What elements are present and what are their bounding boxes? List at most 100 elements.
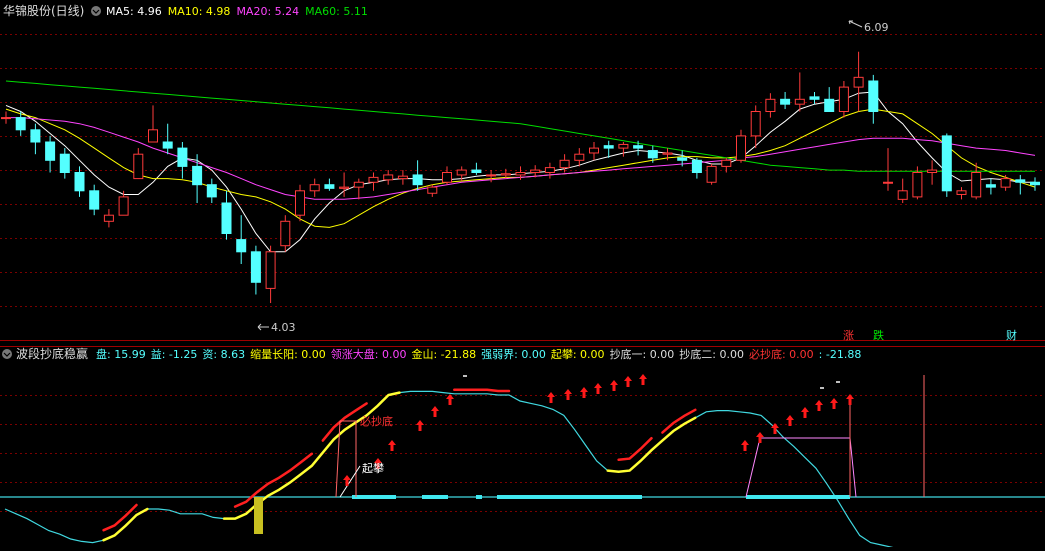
candle[interactable] bbox=[103, 209, 114, 228]
marker-zhang[interactable]: 涨 bbox=[843, 329, 854, 342]
candle[interactable] bbox=[603, 140, 614, 158]
chart-title: 华锦股份(日线) bbox=[3, 4, 84, 18]
candle[interactable] bbox=[927, 160, 938, 185]
red-arrow-icon bbox=[624, 376, 632, 387]
candle[interactable] bbox=[985, 178, 996, 195]
red-arrow-icon bbox=[564, 389, 572, 400]
qipan-pointer bbox=[339, 465, 361, 498]
yellow-segment bbox=[102, 507, 149, 542]
red-arrow-icon bbox=[388, 440, 396, 451]
candle[interactable] bbox=[471, 162, 482, 175]
candle[interactable] bbox=[280, 215, 291, 252]
yellow-segment bbox=[606, 416, 697, 474]
ma-legend-item: MA60: 5.11 bbox=[305, 5, 368, 18]
candle[interactable] bbox=[412, 160, 423, 191]
indicator-layer bbox=[0, 374, 1045, 551]
candle[interactable] bbox=[148, 105, 158, 143]
pink-bracket bbox=[745, 437, 857, 498]
candle[interactable] bbox=[133, 148, 144, 180]
red-arrow-icon bbox=[431, 406, 439, 417]
candle[interactable] bbox=[265, 245, 276, 304]
candle[interactable] bbox=[750, 105, 761, 149]
candle[interactable] bbox=[383, 170, 394, 185]
indicator-legend-item: 资: 8.63 bbox=[202, 348, 245, 361]
candle[interactable] bbox=[45, 135, 56, 173]
red-arrow-icon bbox=[416, 420, 424, 431]
candle[interactable] bbox=[618, 142, 629, 157]
candle[interactable] bbox=[706, 163, 717, 185]
ma-line-ma60 bbox=[5, 80, 1035, 172]
indicator-curve bbox=[4, 390, 907, 551]
candle[interactable] bbox=[162, 123, 173, 155]
candle[interactable] bbox=[1000, 174, 1011, 191]
candle[interactable] bbox=[206, 178, 217, 203]
candle[interactable] bbox=[89, 184, 100, 216]
red-arrow-icon bbox=[846, 394, 854, 405]
indicator-legend-item: 金山: -21.88 bbox=[411, 347, 476, 361]
candle[interactable] bbox=[956, 187, 967, 200]
red-arrow-icon bbox=[446, 394, 454, 405]
candle[interactable] bbox=[691, 157, 702, 179]
bichaodi-label: 必抄底 bbox=[360, 414, 393, 428]
red-arrow-icon bbox=[594, 383, 602, 394]
candle[interactable] bbox=[324, 178, 335, 191]
ma-legend-item: MA10: 4.98 bbox=[168, 5, 231, 18]
candle[interactable] bbox=[353, 178, 364, 200]
red-segment bbox=[453, 388, 511, 393]
histogram-bar-filled bbox=[254, 497, 263, 534]
candle[interactable] bbox=[30, 123, 41, 155]
indicator-header: 波段抄底稳赢 盘: 15.99 益: -1.25 资: 8.63 缩量长阳: 0.00… bbox=[2, 346, 861, 361]
indicator-legend-item: 领涨大盘: 0.00 bbox=[331, 347, 407, 361]
red-segment bbox=[233, 452, 314, 508]
red-arrow-icon bbox=[815, 400, 823, 411]
candle[interactable] bbox=[221, 190, 232, 240]
candle[interactable] bbox=[721, 157, 732, 173]
candle[interactable] bbox=[883, 148, 893, 191]
yellow-segment bbox=[222, 391, 401, 520]
candle[interactable] bbox=[838, 81, 849, 118]
candle[interactable] bbox=[794, 72, 805, 112]
indicator-legend-item: 抄底一: 0.00 bbox=[610, 347, 675, 361]
candle[interactable] bbox=[250, 245, 261, 295]
indicator-title: 波段抄底稳赢 bbox=[16, 346, 88, 361]
candle[interactable] bbox=[309, 178, 320, 197]
red-arrow-icon bbox=[786, 415, 794, 426]
candle[interactable] bbox=[544, 162, 555, 179]
candle[interactable] bbox=[868, 74, 879, 124]
candle[interactable] bbox=[941, 133, 952, 197]
candle[interactable] bbox=[897, 178, 908, 203]
red-arrow-icon bbox=[639, 374, 647, 385]
marker-cai[interactable]: 财 bbox=[1006, 328, 1017, 342]
indicator-legend-item: 缩量长阳: 0.00 bbox=[250, 348, 326, 361]
candle[interactable] bbox=[1030, 177, 1040, 191]
candle[interactable] bbox=[59, 148, 70, 179]
marker-die[interactable]: 跌 bbox=[873, 328, 884, 342]
red-arrow-icon bbox=[547, 392, 555, 403]
candle[interactable] bbox=[589, 142, 599, 161]
red-arrow-icon bbox=[741, 440, 749, 451]
candle[interactable] bbox=[236, 215, 247, 264]
candle[interactable] bbox=[1015, 174, 1026, 195]
candle[interactable] bbox=[177, 142, 188, 179]
candle[interactable] bbox=[736, 129, 746, 163]
indicator-grid bbox=[0, 395, 1045, 512]
candle[interactable] bbox=[824, 87, 835, 113]
candle[interactable] bbox=[780, 91, 791, 110]
chevron-down-icon[interactable] bbox=[91, 6, 101, 16]
red-arrow-icon bbox=[801, 407, 809, 418]
candle[interactable] bbox=[1, 111, 11, 124]
ma-legend-item: MA5: 4.96 bbox=[106, 5, 162, 18]
qipan-label: 起攀 bbox=[362, 462, 384, 475]
candle[interactable] bbox=[765, 93, 776, 118]
candle[interactable] bbox=[368, 172, 379, 191]
chevron-down-icon[interactable] bbox=[2, 349, 12, 359]
candle[interactable] bbox=[397, 170, 408, 185]
candle[interactable] bbox=[442, 166, 452, 185]
high-annotation: 6.09 bbox=[848, 20, 889, 34]
indicator-legend: 盘: 15.99 益: -1.25 资: 8.63 缩量长阳: 0.00 领涨大盘: 0… bbox=[96, 347, 861, 361]
red-arrow-icon bbox=[830, 398, 838, 409]
candle[interactable] bbox=[295, 184, 305, 222]
indicator-legend-item: 抄底二: 0.00 bbox=[679, 347, 744, 361]
ma-legend: MA5: 4.96 MA10: 4.98 MA20: 5.24 MA60: 5.11 bbox=[106, 5, 368, 18]
ma-legend-item: MA20: 5.24 bbox=[236, 5, 299, 18]
